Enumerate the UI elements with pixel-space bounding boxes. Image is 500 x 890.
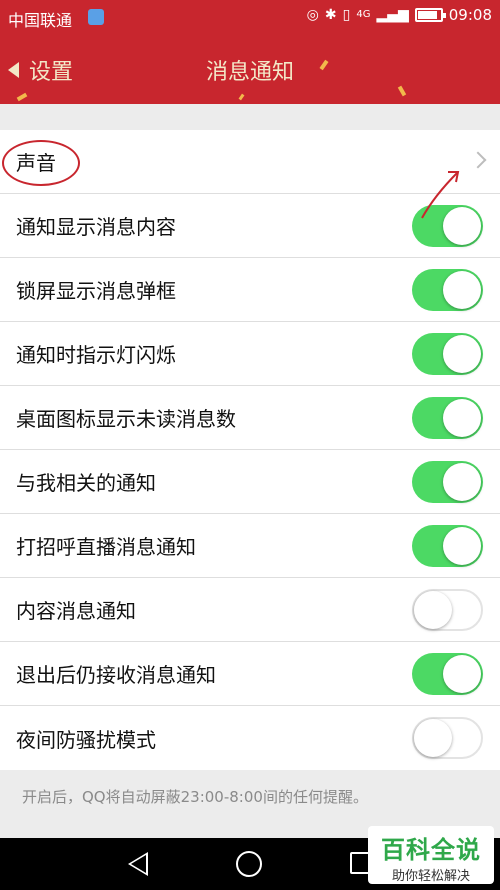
settings-row-related-notify: 与我相关的通知 xyxy=(0,450,500,514)
toggle-knob xyxy=(414,591,452,629)
toggle-switch[interactable] xyxy=(412,333,483,375)
row-label: 桌面图标显示未读消息数 xyxy=(16,407,236,431)
toggle-knob xyxy=(443,463,481,501)
toggle-switch[interactable] xyxy=(412,653,483,695)
settings-row-night-mode: 夜间防骚扰模式 xyxy=(0,706,500,770)
row-label: 锁屏显示消息弹框 xyxy=(16,279,176,303)
toggle-knob xyxy=(443,527,481,565)
night-mode-footnote: 开启后，QQ将自动屏蔽23:00-8:00间的任何提醒。 xyxy=(22,788,368,806)
row-label: 内容消息通知 xyxy=(16,599,136,623)
settings-row-led-blink: 通知时指示灯闪烁 xyxy=(0,322,500,386)
toggle-switch[interactable] xyxy=(412,461,483,503)
toggle-switch[interactable] xyxy=(412,525,483,567)
settings-row-lockscreen-popup: 锁屏显示消息弹框 xyxy=(0,258,500,322)
settings-row-badge-count: 桌面图标显示未读消息数 xyxy=(0,386,500,450)
nav-back-icon[interactable] xyxy=(128,852,148,876)
toggle-knob xyxy=(443,399,481,437)
row-label: 与我相关的通知 xyxy=(16,471,156,495)
toggle-knob xyxy=(414,719,452,757)
toggle-switch[interactable] xyxy=(412,269,483,311)
row-label: 退出后仍接收消息通知 xyxy=(16,663,216,687)
settings-row-after-logout: 退出后仍接收消息通知 xyxy=(0,642,500,706)
row-label: 夜间防骚扰模式 xyxy=(16,727,156,752)
toggle-knob xyxy=(443,271,481,309)
row-label: 通知时指示灯闪烁 xyxy=(16,343,176,367)
toggle-knob xyxy=(443,655,481,693)
annotation-arrow-icon xyxy=(421,171,460,219)
settings-row-live-greet: 打招呼直播消息通知 xyxy=(0,514,500,578)
nav-home-icon[interactable] xyxy=(236,851,262,877)
toggle-switch[interactable] xyxy=(412,397,483,439)
watermark-title: 百科全说 xyxy=(381,836,481,864)
watermark-subtitle: 助你轻松解决 xyxy=(391,869,470,884)
watermark-logo: 百科全说 助你轻松解决 xyxy=(368,826,494,884)
toggle-switch[interactable] xyxy=(412,589,483,631)
toggle-switch[interactable] xyxy=(412,717,483,759)
row-label: 打招呼直播消息通知 xyxy=(16,535,196,559)
toggle-knob xyxy=(443,335,481,373)
settings-row-content-notify: 内容消息通知 xyxy=(0,578,500,642)
